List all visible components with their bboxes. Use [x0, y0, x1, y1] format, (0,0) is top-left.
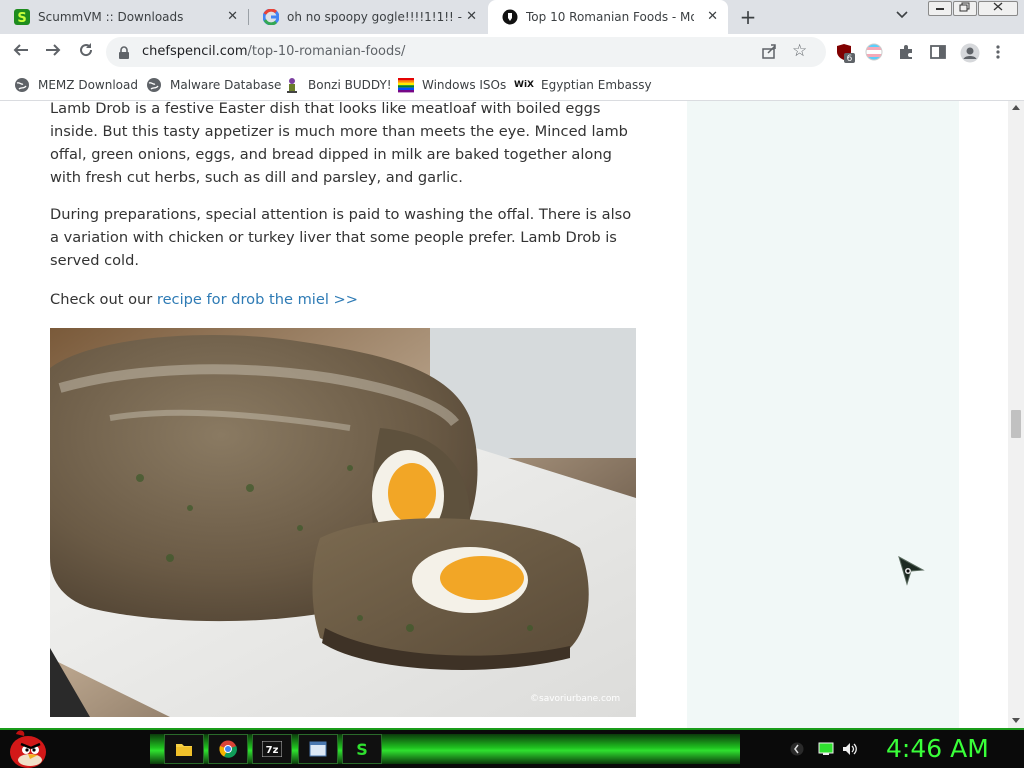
taskbar: 7z S 4:46 AM	[0, 728, 1024, 768]
url-path: /top-10-romanian-foods/	[247, 44, 406, 59]
tab-romanian-foods[interactable]: Top 10 Romanian Foods - Most P ✕	[488, 0, 728, 34]
chrome-icon	[219, 740, 237, 758]
taskbar-7zip-button[interactable]: 7z	[252, 734, 292, 764]
bookmark-label: MEMZ Download	[38, 78, 138, 92]
page-scrollbar[interactable]	[1008, 101, 1024, 728]
share-icon[interactable]	[761, 43, 777, 63]
wix-icon: WiX	[514, 80, 534, 90]
bookmark-label: Egyptian Embassy	[541, 78, 652, 92]
trans-flag-extension-icon[interactable]	[865, 43, 883, 61]
new-tab-button[interactable]: +	[737, 6, 759, 28]
window-icon	[309, 741, 327, 757]
7zip-icon: 7z	[262, 741, 282, 757]
taskbar-folder-button[interactable]	[164, 734, 204, 764]
scroll-thumb[interactable]	[1011, 410, 1021, 438]
taskbar-clock[interactable]: 4:46 AM	[882, 730, 1024, 768]
tab-strip: S ScummVM :: Downloads ✕ oh no spoopy go…	[0, 0, 1024, 34]
article-paragraph: During preparations, special attention i…	[50, 206, 632, 269]
minimize-button[interactable]	[928, 1, 952, 16]
tab-title: Top 10 Romanian Foods - Most P	[526, 10, 694, 24]
recipe-link[interactable]: recipe for drob the miel >>	[157, 291, 358, 308]
browser-toolbar: chefspencil.com/top-10-romanian-foods/ ☆…	[0, 34, 1024, 70]
bookmark-label: Windows ISOs	[422, 78, 507, 92]
scroll-down-arrow-icon[interactable]	[1012, 717, 1020, 726]
taskbar-chrome-button[interactable]	[208, 734, 248, 764]
paragraph-prefix: Check out our	[50, 291, 157, 308]
tab-title: ScummVM :: Downloads	[38, 10, 184, 24]
close-tab-icon[interactable]: ✕	[707, 10, 718, 24]
globe-icon	[14, 77, 30, 93]
globe-icon	[146, 77, 162, 93]
google-icon	[263, 9, 279, 25]
web-page: Lamb Drob is a festive Easter dish that …	[0, 101, 1008, 728]
address-bar[interactable]: chefspencil.com/top-10-romanian-foods/ ☆	[106, 37, 826, 67]
forward-button[interactable]	[42, 41, 64, 63]
back-button[interactable]	[10, 41, 32, 63]
taskbar-window-button[interactable]	[298, 734, 338, 764]
reload-icon	[80, 43, 93, 57]
show-hidden-icons-icon[interactable]	[790, 742, 804, 756]
bookmark-label: Bonzi BUDDY!	[308, 78, 392, 92]
side-panel-icon[interactable]	[929, 43, 947, 61]
mouse-cursor-icon	[898, 556, 925, 586]
bookmark-bonzi-buddy[interactable]: Bonzi BUDDY!	[284, 77, 392, 93]
article-paragraph: Check out our recipe for drob the miel >…	[50, 288, 640, 311]
svg-text:S: S	[17, 11, 26, 25]
folder-icon	[176, 744, 192, 756]
scroll-up-arrow-icon[interactable]	[1012, 103, 1020, 112]
article-paragraph: Lamb Drob is a festive Easter dish that …	[50, 101, 628, 186]
network-icon[interactable]	[818, 742, 834, 756]
image-credit: ©savoriurbane.com	[530, 694, 620, 704]
windows-flag-icon	[398, 77, 414, 93]
bookmark-label: Malware Database	[170, 78, 282, 92]
reload-button[interactable]	[75, 41, 97, 63]
tab-search-chevron-icon[interactable]	[896, 8, 908, 22]
url-host: chefspencil.com	[142, 44, 248, 59]
bookmark-star-icon[interactable]: ☆	[792, 41, 807, 61]
bookmark-windows-isos[interactable]: Windows ISOs	[398, 77, 506, 93]
svg-text:S: S	[356, 740, 368, 758]
scummvm-icon: S	[356, 740, 368, 758]
drob-photo: ©savoriurbane.com	[50, 328, 636, 717]
close-window-button[interactable]	[978, 1, 1018, 16]
bookmarks-bar: MEMZ Download Malware Database Bonzi BUD…	[0, 70, 1024, 101]
page-sidebar	[687, 101, 959, 728]
tab-google[interactable]: oh no spoopy gogle!!!!1!1!! - Goo ✕	[249, 0, 487, 34]
close-tab-icon[interactable]: ✕	[227, 10, 238, 24]
bookmark-egyptian-embassy[interactable]: WiX Egyptian Embassy	[514, 77, 652, 93]
extension-badge-count: 6	[847, 54, 853, 63]
tab-title: oh no spoopy gogle!!!!1!1!! - Goo	[287, 10, 465, 24]
close-tab-icon[interactable]: ✕	[466, 10, 477, 24]
bookmark-malware-database[interactable]: Malware Database	[146, 77, 281, 93]
restore-button[interactable]	[953, 1, 977, 16]
extensions-puzzle-icon[interactable]	[897, 43, 915, 61]
bookmark-memz[interactable]: MEMZ Download	[14, 77, 138, 93]
ublock-extension-icon[interactable]: 6	[836, 43, 855, 64]
system-tray	[780, 732, 880, 766]
back-arrow-icon	[13, 44, 28, 56]
bonzi-icon	[284, 77, 300, 93]
url-text: chefspencil.com/top-10-romanian-foods/	[142, 44, 405, 59]
7zip-label: 7z	[266, 745, 279, 756]
kebab-menu-icon[interactable]	[995, 43, 1013, 61]
tab-scummvm[interactable]: S ScummVM :: Downloads ✕	[0, 0, 248, 34]
profile-avatar-icon[interactable]	[960, 43, 980, 63]
forward-arrow-icon	[46, 44, 61, 56]
scummvm-icon: S	[14, 9, 30, 25]
lock-icon[interactable]	[118, 45, 130, 64]
volume-icon[interactable]	[842, 742, 858, 756]
start-button-angry-bird-icon[interactable]	[4, 728, 48, 770]
taskbar-scummvm-button[interactable]: S	[342, 734, 382, 764]
chefspencil-icon	[502, 9, 518, 25]
